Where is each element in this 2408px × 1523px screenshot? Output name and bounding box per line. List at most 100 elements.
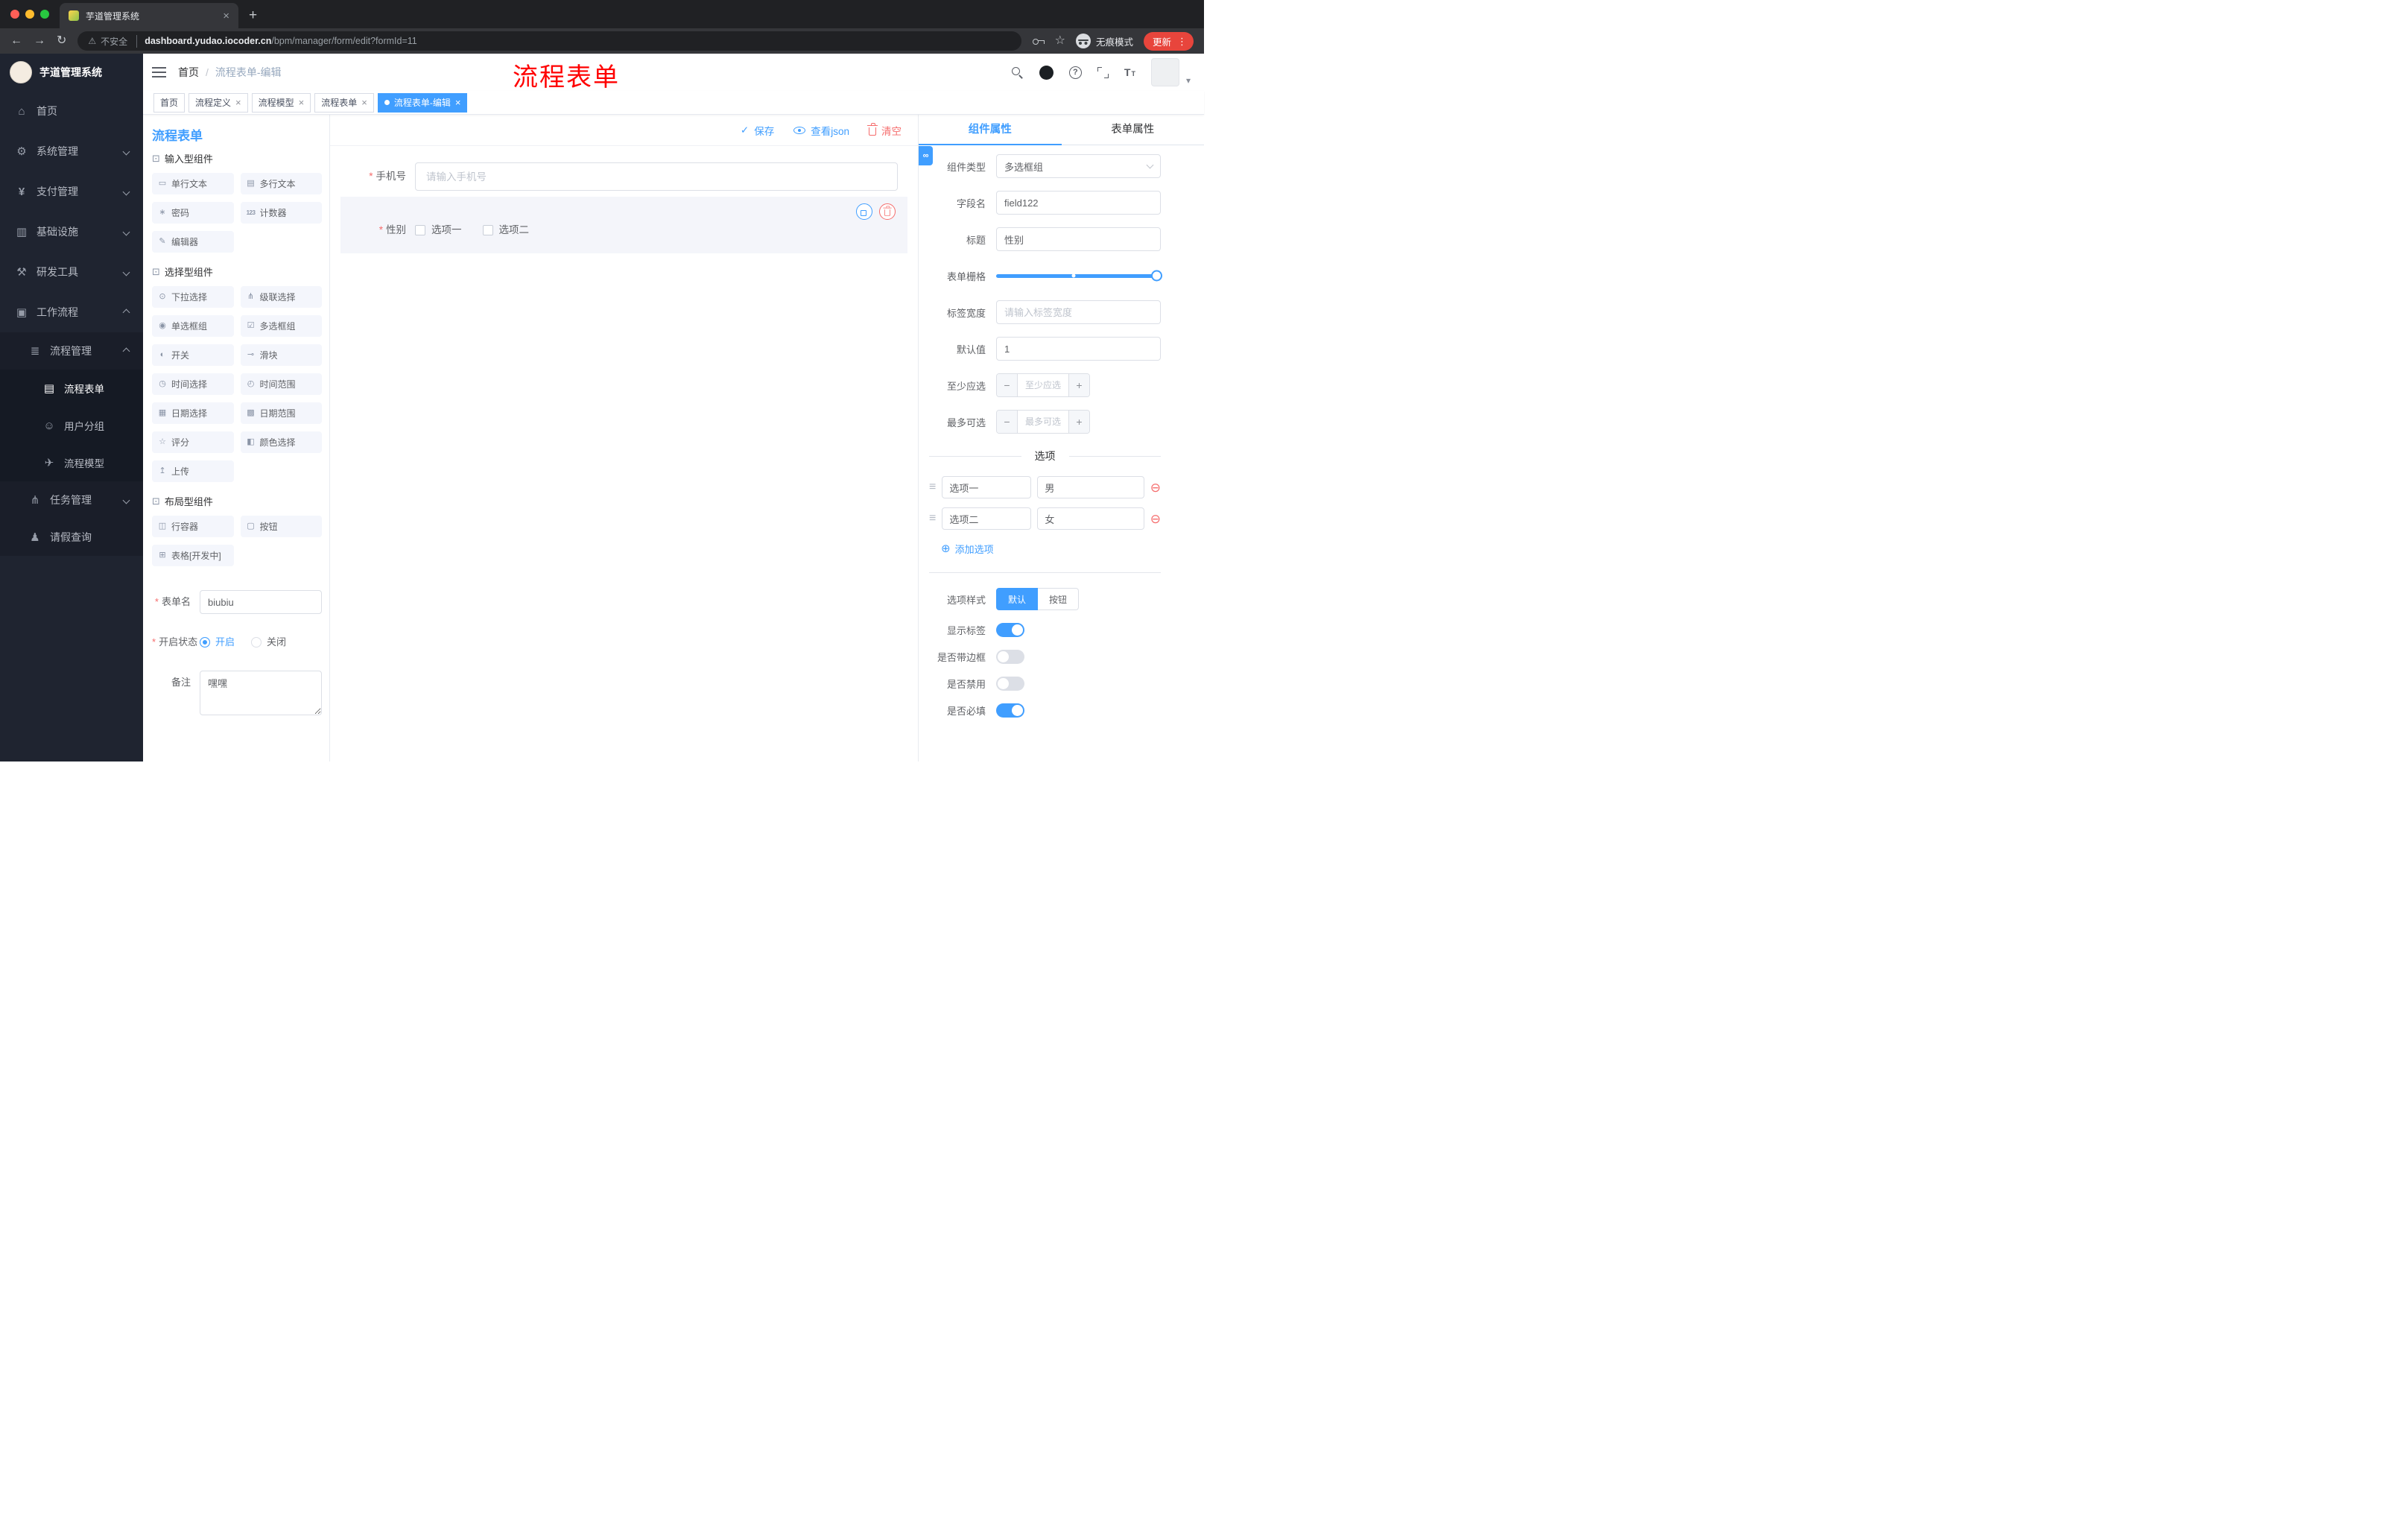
label-width-input[interactable] (996, 300, 1161, 324)
palette-item-multi-line-text[interactable]: 多行文本 (240, 173, 322, 194)
palette-item-upload[interactable]: 上传 (152, 460, 234, 482)
gender-option1-checkbox[interactable]: 选项一 (415, 219, 462, 241)
palette-item-color-picker[interactable]: 颜色选择 (240, 431, 322, 453)
palette-item-counter[interactable]: 计数器 (240, 202, 322, 224)
font-size-icon[interactable] (1124, 67, 1135, 77)
palette-item-radio-group[interactable]: 单选框组 (152, 315, 234, 337)
palette-item-time-range[interactable]: 时间范围 (240, 373, 322, 395)
field-name-input[interactable] (996, 191, 1161, 215)
drag-handle-icon[interactable] (929, 481, 936, 493)
sidebar-item-task-manage[interactable]: 任务管理 (0, 481, 143, 519)
disabled-toggle[interactable] (996, 677, 1024, 691)
view-json-button[interactable]: 查看json (793, 123, 849, 138)
palette-item-rate[interactable]: 评分 (152, 431, 234, 453)
palette-item-time-picker[interactable]: 时间选择 (152, 373, 234, 395)
close-icon[interactable] (299, 98, 305, 107)
palette-item-cascader[interactable]: 级联选择 (240, 286, 322, 308)
slider-knob[interactable] (1151, 270, 1162, 282)
decrease-button[interactable] (997, 411, 1018, 433)
github-icon[interactable] (1039, 65, 1054, 80)
reload-icon[interactable] (57, 35, 66, 47)
zoom-window-button[interactable] (40, 10, 49, 19)
form-grid-slider[interactable] (996, 264, 1162, 288)
copy-component-button[interactable] (856, 203, 872, 220)
sidebar-toggle-icon[interactable] (152, 67, 166, 77)
tag-home[interactable]: 首页 (153, 92, 186, 113)
tab-close-icon[interactable] (223, 10, 229, 22)
panel-handle[interactable] (919, 146, 933, 165)
sidebar-item-payment-manage[interactable]: 支付管理 (0, 171, 143, 212)
search-icon[interactable] (1011, 66, 1024, 79)
phone-input[interactable] (415, 162, 898, 191)
tag-process-definition[interactable]: 流程定义 (188, 92, 248, 113)
security-status[interactable]: 不安全 (88, 34, 138, 48)
forward-icon[interactable] (34, 35, 45, 47)
selected-component-gender[interactable]: 性别 选项一 选项二 (340, 197, 907, 253)
new-tab-button[interactable] (249, 8, 257, 22)
back-icon[interactable] (10, 35, 22, 47)
sidebar-item-infrastructure[interactable]: 基础设施 (0, 212, 143, 252)
default-value-input[interactable] (996, 337, 1161, 361)
avatar[interactable] (1150, 58, 1179, 86)
option-value-input[interactable] (1037, 507, 1144, 530)
increase-button[interactable] (1068, 411, 1089, 433)
palette-item-slider[interactable]: 滑块 (240, 344, 322, 366)
form-name-input[interactable] (200, 590, 322, 614)
close-icon[interactable] (361, 98, 367, 107)
close-icon[interactable] (455, 98, 461, 107)
option-style-default-button[interactable]: 默认 (996, 588, 1039, 610)
palette-item-date-picker[interactable]: 日期选择 (152, 402, 234, 424)
sidebar-item-workflow[interactable]: 工作流程 (0, 292, 143, 332)
remove-option-icon[interactable] (1150, 481, 1161, 494)
sidebar-item-dev-tools[interactable]: 研发工具 (0, 252, 143, 292)
min-select-input[interactable] (1018, 374, 1068, 396)
tab-form-props[interactable]: 表单属性 (1062, 115, 1205, 145)
close-window-button[interactable] (10, 10, 19, 19)
minimize-window-button[interactable] (25, 10, 34, 19)
tab-component-props[interactable]: 组件属性 (919, 115, 1062, 145)
palette-item-date-range[interactable]: 日期范围 (240, 402, 322, 424)
sidebar-item-user-group[interactable]: 用户分组 (0, 407, 143, 444)
address-bar[interactable]: 不安全 dashboard.yudao.iocoder.cn/bpm/manag… (77, 31, 1021, 51)
status-on-radio[interactable]: 开启 (200, 630, 235, 654)
max-select-input[interactable] (1018, 411, 1068, 433)
palette-item-select[interactable]: 下拉选择 (152, 286, 234, 308)
palette-item-switch[interactable]: 开关 (152, 344, 234, 366)
password-key-icon[interactable] (1032, 37, 1045, 45)
drag-handle-icon[interactable] (929, 513, 936, 525)
breadcrumb-home[interactable]: 首页 (178, 65, 199, 80)
palette-item-single-line-text[interactable]: 单行文本 (152, 173, 234, 194)
sidebar-item-process-manage[interactable]: 流程管理 (0, 332, 143, 370)
title-input[interactable] (996, 227, 1161, 251)
sidebar-item-system-manage[interactable]: 系统管理 (0, 131, 143, 171)
palette-item-table[interactable]: 表格[开发中] (152, 545, 234, 566)
kebab-menu-icon[interactable] (1177, 37, 1187, 46)
browser-tab[interactable]: 芋道管理系统 (60, 3, 238, 28)
bookmark-star-icon[interactable] (1055, 35, 1065, 47)
status-off-radio[interactable]: 关闭 (251, 630, 286, 654)
palette-item-row-container[interactable]: 行容器 (152, 516, 234, 537)
option-label-input[interactable] (942, 476, 1032, 498)
tag-process-form[interactable]: 流程表单 (314, 92, 374, 113)
remove-option-icon[interactable] (1150, 513, 1161, 525)
component-type-select[interactable]: 多选框组 (996, 154, 1161, 178)
gender-option2-checkbox[interactable]: 选项二 (482, 219, 529, 241)
decrease-button[interactable] (997, 374, 1018, 396)
palette-item-checkbox-group[interactable]: 多选框组 (240, 315, 322, 337)
remark-textarea[interactable]: 嘿嘿 (200, 671, 322, 715)
sidebar-item-process-form[interactable]: 流程表单 (0, 370, 143, 407)
option-value-input[interactable] (1037, 476, 1144, 498)
palette-item-password[interactable]: 密码 (152, 202, 234, 224)
palette-item-editor[interactable]: 编辑器 (152, 231, 234, 253)
sidebar-item-home[interactable]: 首页 (0, 91, 143, 131)
sidebar-item-process-model[interactable]: 流程模型 (0, 444, 143, 481)
delete-component-button[interactable] (879, 203, 896, 220)
border-toggle[interactable] (996, 650, 1024, 664)
app-logo[interactable]: 芋道管理系统 (0, 54, 143, 91)
help-icon[interactable] (1068, 66, 1082, 79)
save-button[interactable]: 保存 (741, 123, 774, 138)
required-toggle[interactable] (996, 703, 1024, 718)
clear-button[interactable]: 清空 (867, 122, 902, 138)
add-option-button[interactable]: 添加选项 (941, 542, 994, 556)
increase-button[interactable] (1068, 374, 1089, 396)
